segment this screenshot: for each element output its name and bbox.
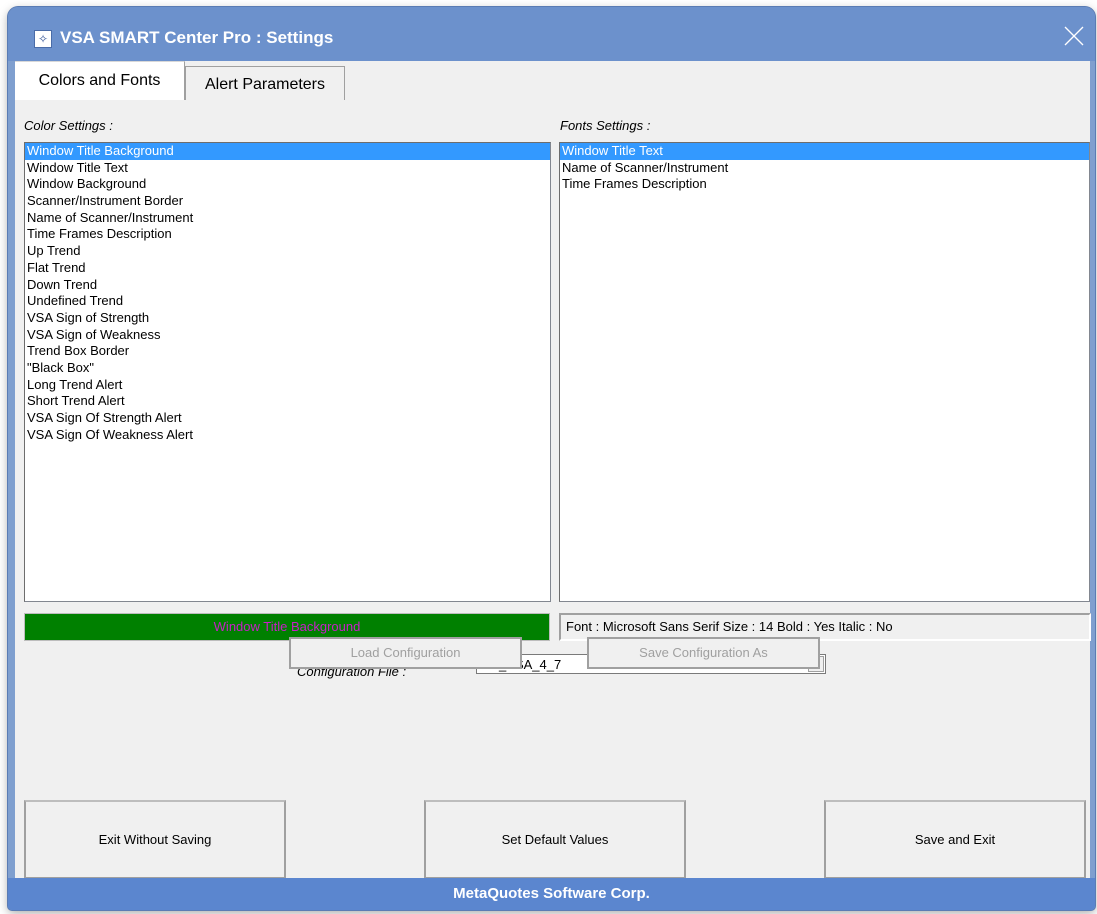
- color-settings-label: Color Settings :: [24, 118, 113, 133]
- fonts-settings-label: Fonts Settings :: [560, 118, 651, 133]
- tab-colors-and-fonts[interactable]: Colors and Fonts: [15, 61, 185, 100]
- list-item[interactable]: Name of Scanner/Instrument: [25, 210, 550, 227]
- footer-bar: MetaQuotes Software Corp.: [8, 878, 1095, 910]
- load-configuration-button[interactable]: Load Configuration: [289, 637, 522, 669]
- app-icon: ✧: [34, 30, 52, 48]
- list-item[interactable]: Window Title Text: [25, 160, 550, 177]
- list-item[interactable]: Up Trend: [25, 243, 550, 260]
- exit-without-saving-button[interactable]: Exit Without Saving: [24, 800, 286, 879]
- list-item[interactable]: Trend Box Border: [25, 343, 550, 360]
- list-item[interactable]: VSA Sign of Weakness: [25, 327, 550, 344]
- list-item[interactable]: Undefined Trend: [25, 293, 550, 310]
- list-item[interactable]: Scanner/Instrument Border: [25, 193, 550, 210]
- list-item[interactable]: Time Frames Description: [560, 176, 1089, 193]
- list-item[interactable]: Name of Scanner/Instrument: [560, 160, 1089, 177]
- list-item[interactable]: Down Trend: [25, 277, 550, 294]
- close-icon: [1064, 26, 1084, 46]
- fonts-settings-list[interactable]: Window Title Text Name of Scanner/Instrum…: [559, 142, 1090, 602]
- list-item[interactable]: VSA Sign Of Strength Alert: [25, 410, 550, 427]
- list-item[interactable]: Flat Trend: [25, 260, 550, 277]
- save-and-exit-button[interactable]: Save and Exit: [824, 800, 1086, 879]
- color-settings-list[interactable]: Window Title Background Window Title Text…: [24, 142, 551, 602]
- title-bar[interactable]: ✧ VSA SMART Center Pro : Settings: [8, 7, 1095, 61]
- list-item[interactable]: Window Background: [25, 176, 550, 193]
- list-item[interactable]: Time Frames Description: [25, 226, 550, 243]
- settings-window: ✧ VSA SMART Center Pro : Settings Colors…: [8, 7, 1095, 910]
- close-button[interactable]: [1061, 23, 1087, 49]
- window-title: VSA SMART Center Pro : Settings: [60, 28, 334, 47]
- list-item[interactable]: Window Title Background: [25, 143, 550, 160]
- list-item[interactable]: Long Trend Alert: [25, 377, 550, 394]
- list-item[interactable]: VSA Sign Of Weakness Alert: [25, 427, 550, 444]
- client-area: Colors and Fonts Alert Parameters Color …: [15, 61, 1091, 879]
- set-default-values-button[interactable]: Set Default Values: [424, 800, 686, 879]
- save-configuration-as-button[interactable]: Save Configuration As: [587, 637, 820, 669]
- list-item[interactable]: "Black Box": [25, 360, 550, 377]
- list-item[interactable]: Window Title Text: [560, 143, 1089, 160]
- tab-alert-parameters[interactable]: Alert Parameters: [185, 66, 345, 100]
- list-item[interactable]: VSA Sign of Strength: [25, 310, 550, 327]
- list-item[interactable]: Short Trend Alert: [25, 393, 550, 410]
